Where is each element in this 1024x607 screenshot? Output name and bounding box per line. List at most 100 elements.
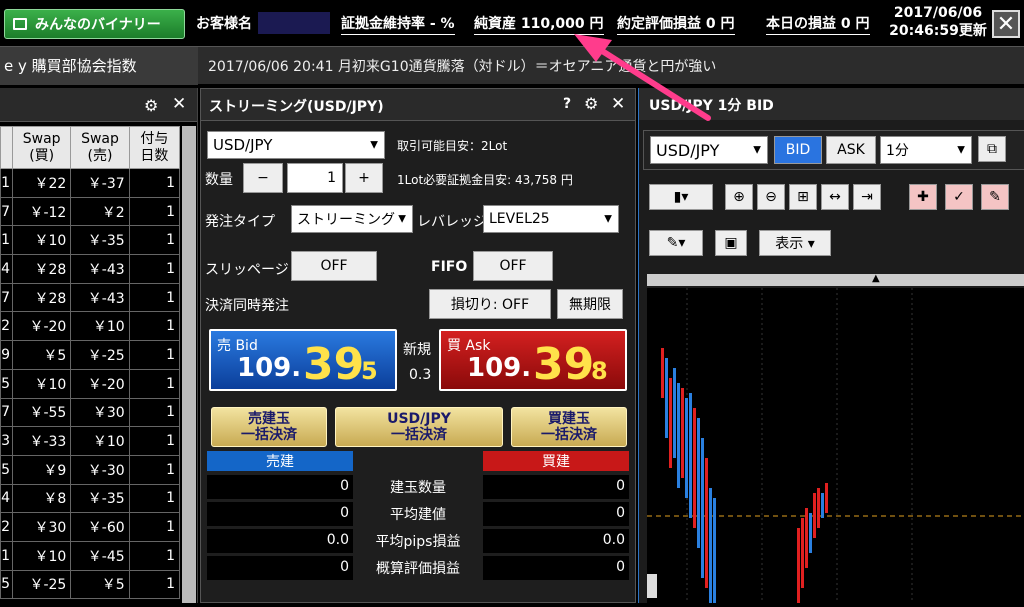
table-cell: 1 <box>128 368 181 399</box>
chart-type-icon[interactable]: ▮▾ <box>649 184 713 210</box>
gear-icon[interactable]: ⚙ <box>584 94 598 113</box>
interval-value: 1分 <box>886 143 909 159</box>
table-row[interactable]: 2 ￥30 ￥-60 1 <box>0 512 181 542</box>
remove-indicator-icon[interactable]: ✎ <box>981 184 1009 210</box>
position-row: 0 平均建値 0 <box>207 500 629 527</box>
sell-value: 0 <box>207 474 353 499</box>
table-row[interactable]: 7 ￥-12 ￥2 1 <box>0 196 181 227</box>
news-ticker[interactable]: 2017/06/06 20:41 月初来G10通貨騰落（対ドル）＝オセアニア通貨… <box>204 47 1024 85</box>
settle-pair-line2: 一括決済 <box>391 427 447 443</box>
table-row[interactable]: 7 ￥28 ￥-43 1 <box>0 282 181 313</box>
col-swap-sell[interactable]: Swap (売) <box>70 126 130 169</box>
chart-pair-select[interactable]: USD/JPY ▼ <box>650 136 768 164</box>
gear-icon[interactable]: ⚙ <box>144 96 158 115</box>
table-cell: 1 <box>0 168 13 198</box>
pair-select[interactable]: USD/JPY ▼ <box>207 131 385 159</box>
tradeable-lots: 取引可能目安：2Lot <box>397 139 508 153</box>
add-indicator-icon[interactable]: ✚ <box>909 184 937 210</box>
position-table: 0 建玉数量 0 0 平均建値 0 0.0 平均pips損益 0.0 0 概算評価損益 0 <box>207 473 629 581</box>
app-title-button[interactable]: みんなのバイナリー <box>4 9 185 39</box>
order-type-select[interactable]: ストリーミング ▼ <box>291 205 413 233</box>
news-bar: e y 購買部協会指数 2017/06/06 20:41 月初来G10通貨騰落（… <box>0 46 1024 85</box>
snapshot-icon[interactable]: ▣ <box>715 230 747 256</box>
table-row[interactable]: 5 ￥10 ￥-20 1 <box>0 368 181 399</box>
settle-sell-line2: 一括決済 <box>241 427 297 443</box>
index-ticker[interactable]: e y 購買部協会指数 <box>0 47 198 85</box>
ask-label: 買 Ask <box>447 338 491 354</box>
table-cell: ￥-33 <box>11 426 72 456</box>
col-swap-buy[interactable]: Swap (買) <box>11 126 72 169</box>
candlestick-chart[interactable] <box>647 288 1024 603</box>
table-cell: 5 <box>0 569 13 600</box>
quantity-input[interactable]: 1 <box>287 163 343 193</box>
edit-indicator-icon[interactable]: ✓ <box>945 184 973 210</box>
table-row[interactable]: 7 ￥-55 ￥30 1 <box>0 397 181 428</box>
fifo-toggle[interactable]: OFF <box>473 251 553 281</box>
table-cell: 5 <box>0 368 13 399</box>
close-icon[interactable]: ✕ <box>611 94 625 114</box>
chart-collapse-bar[interactable]: ▲ <box>647 273 1024 286</box>
table-cell: ￥-45 <box>70 540 130 571</box>
swap-panel: ⚙ ✕ Swap (買) Swap (売) 付与 日数 1 ￥22 ￥-37 1 7 ￥-… <box>0 88 198 603</box>
col-sell-header: 売建 <box>207 451 353 471</box>
display-menu-button[interactable]: 表示 ▾ <box>759 230 831 256</box>
table-cell: 1 <box>128 397 181 428</box>
table-row[interactable]: 2 ￥-20 ￥10 1 <box>0 311 181 342</box>
settle-sell-all-button[interactable]: 売建玉 一括決済 <box>211 407 327 447</box>
table-cell: 2 <box>0 311 13 342</box>
candle <box>693 408 696 528</box>
zoom-in-icon[interactable]: ⊕ <box>725 184 753 210</box>
table-row[interactable]: 3 ￥-33 ￥10 1 <box>0 426 181 456</box>
ask-price-small: 8 <box>591 357 608 385</box>
col-blank <box>0 126 13 169</box>
slippage-toggle[interactable]: OFF <box>291 251 377 281</box>
table-cell: ￥28 <box>11 254 72 284</box>
zoom-out-icon[interactable]: ⊖ <box>757 184 785 210</box>
settle-pair-all-button[interactable]: USD/JPY 一括決済 <box>335 407 503 447</box>
scrollbar[interactable] <box>182 126 196 603</box>
table-row[interactable]: 1 ￥22 ￥-37 1 <box>0 168 181 198</box>
chevron-down-icon: ▼ <box>398 213 406 225</box>
close-app-button[interactable]: ✕ <box>992 10 1020 38</box>
row-label: 概算評価損益 <box>376 560 460 577</box>
col-days[interactable]: 付与 日数 <box>128 126 181 169</box>
help-icon[interactable]: ? <box>563 96 571 112</box>
close-icon[interactable]: ✕ <box>172 94 186 114</box>
fit-width-icon[interactable]: ↔ <box>821 184 849 210</box>
settle-buy-all-button[interactable]: 買建玉 一括決済 <box>511 407 627 447</box>
net-assets: 純資産 110,000 円 <box>474 13 604 35</box>
customer-label: お客様名 <box>196 16 252 32</box>
table-cell: 5 <box>0 454 13 485</box>
table-row[interactable]: 9 ￥5 ￥-25 1 <box>0 340 181 370</box>
table-cell: ￥10 <box>11 225 72 256</box>
table-row[interactable]: 5 ￥9 ￥-30 1 <box>0 454 181 485</box>
table-row[interactable]: 1 ￥10 ￥-35 1 <box>0 225 181 256</box>
interval-select[interactable]: 1分 ▼ <box>880 136 972 164</box>
candle <box>701 438 704 578</box>
sell-bid-button[interactable]: 売 Bid 109. 39 5 <box>209 329 397 391</box>
table-row[interactable]: 4 ￥8 ￥-35 1 <box>0 483 181 514</box>
expiry-button[interactable]: 無期限 <box>557 289 623 319</box>
bid-toggle[interactable]: BID <box>774 136 822 164</box>
chart-toolbar-row1: USD/JPY ▼ BID ASK 1分 ▼ ⧉ <box>643 130 1024 170</box>
ask-toggle[interactable]: ASK <box>826 136 876 164</box>
link-icon[interactable]: ⧉ <box>978 136 1006 162</box>
scroll-end-icon[interactable]: ⇥ <box>853 184 881 210</box>
quantity-plus-button[interactable]: + <box>345 163 383 193</box>
draw-tool-icon[interactable]: ✎▾ <box>649 230 703 256</box>
chart-panel: USD/JPY 1分 BID USD/JPY ▼ BID ASK 1分 ▼ ⧉ ▮▾… <box>638 88 1024 603</box>
settled-pl: 約定評価損益 0 円 <box>617 13 735 35</box>
table-row[interactable]: 4 ￥28 ￥-43 1 <box>0 254 181 284</box>
buy-ask-button[interactable]: 買 Ask 109. 39 8 <box>439 329 627 391</box>
quantity-minus-button[interactable]: − <box>243 163 283 193</box>
table-cell: 7 <box>0 282 13 313</box>
leverage-select[interactable]: LEVEL25 ▼ <box>483 205 619 233</box>
stoploss-button[interactable]: 損切り: OFF <box>429 289 551 319</box>
settle-sell-line1: 売建玉 <box>248 411 290 427</box>
table-row[interactable]: 1 ￥10 ￥-45 1 <box>0 540 181 571</box>
crosshair-icon[interactable]: ⊞ <box>789 184 817 210</box>
table-cell: ￥10 <box>70 426 130 456</box>
streaming-panel: ストリーミング(USD/JPY) ? ⚙ ✕ USD/JPY ▼ 取引可能目安：2… <box>200 88 636 603</box>
table-cell: 2 <box>0 512 13 542</box>
table-row[interactable]: 5 ￥-25 ￥5 1 <box>0 569 181 600</box>
